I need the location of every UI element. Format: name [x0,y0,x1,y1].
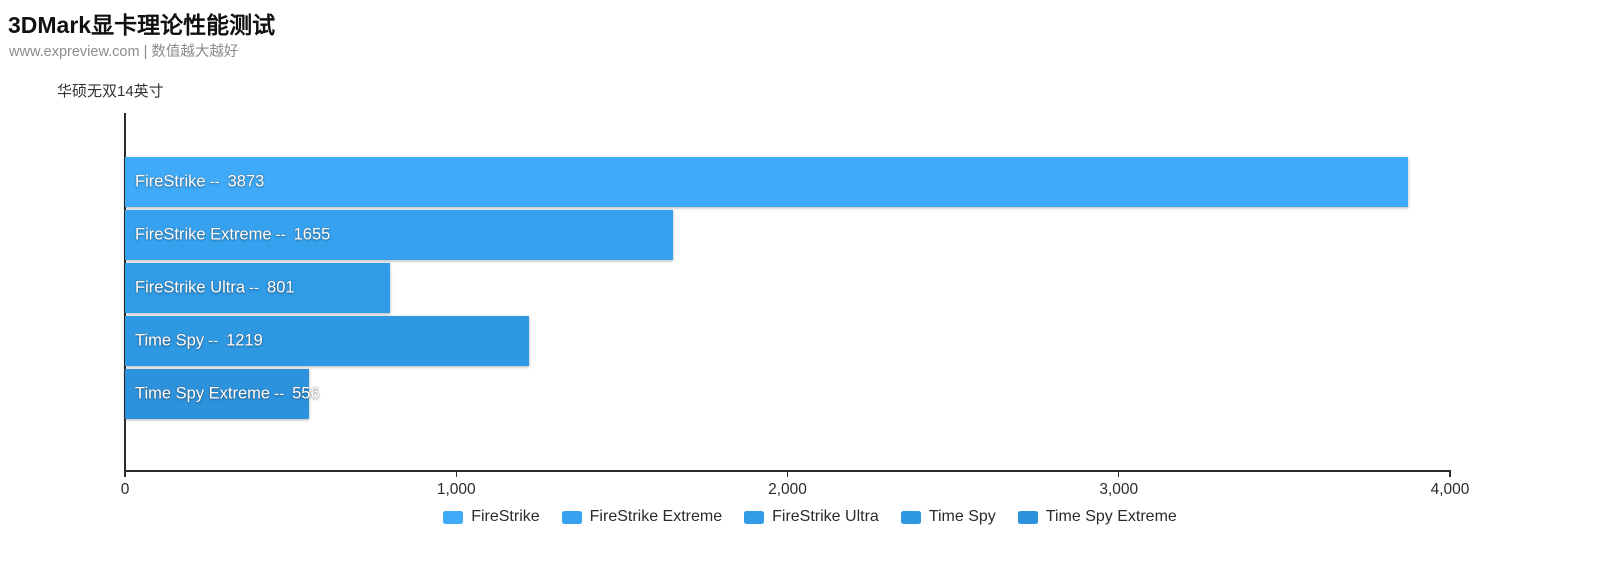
bar[interactable] [125,316,529,366]
x-axis-tick-label: 4,000 [1430,481,1470,498]
legend-label: FireStrike Extreme [589,508,723,525]
bar[interactable] [125,210,674,260]
legend-label: FireStrike [471,508,540,525]
legend-label: FireStrike Ultra [772,508,879,525]
legend-swatch-icon [1017,510,1038,524]
bar-row[interactable]: FireStrike Ultra -- 801 [125,263,1450,313]
bar[interactable] [125,263,391,313]
x-axis-tick-label: 3,000 [1099,481,1139,498]
bar[interactable] [125,157,1408,207]
bar-row[interactable]: FireStrike -- 3873 [125,157,1450,207]
bar-row[interactable]: Time Spy Extreme -- 556 [125,369,1450,419]
chart-container: 3DMark显卡理论性能测试 www.expreview.com | 数值越大越… [0,0,1620,580]
x-axis-tick-mark [786,470,789,477]
bar-row[interactable]: Time Spy -- 1219 [125,316,1450,366]
chart-legend: FireStrike FireStrike Extreme FireStrike U… [0,508,1620,526]
x-axis-tick-label: 1,000 [436,481,476,498]
legend-label: Time Spy [928,508,996,525]
legend-item[interactable]: Time Spy [900,508,996,526]
legend-item[interactable]: FireStrike Ultra [744,508,879,526]
plot-area: 0 1,000 2,000 3,000 4,000 FireStrike -- 3873 Fi… [121,113,1469,498]
x-axis-tick-label: 0 [120,481,130,498]
legend-item[interactable]: Time Spy Extreme [1017,508,1177,526]
legend-swatch-icon [900,510,921,524]
legend-swatch-icon [744,510,765,524]
series-label: 华硕无双14英寸 [57,83,164,100]
x-axis-tick-label: 2,000 [768,481,807,498]
legend-item[interactable]: FireStrike Extreme [561,508,723,526]
bar-row[interactable]: FireStrike Extreme -- 1655 [125,210,1450,260]
bar-group: FireStrike -- 3873 FireStrike Extreme -- 1655… [125,113,1450,470]
legend-swatch-icon [443,510,464,524]
page-title: 3DMark显卡理论性能测试 [8,12,276,38]
legend-swatch-icon [561,510,582,524]
x-axis-tick-mark [1449,470,1451,477]
legend-item[interactable]: FireStrike [443,508,540,526]
bar[interactable] [125,369,310,419]
legend-label: Time Spy Extreme [1045,508,1177,525]
x-axis-tick-mark [455,470,457,477]
x-axis-tick-mark [1118,470,1120,477]
page-subtitle: www.expreview.com | 数值越大越好 [9,44,239,60]
x-axis-tick-mark [124,470,126,477]
